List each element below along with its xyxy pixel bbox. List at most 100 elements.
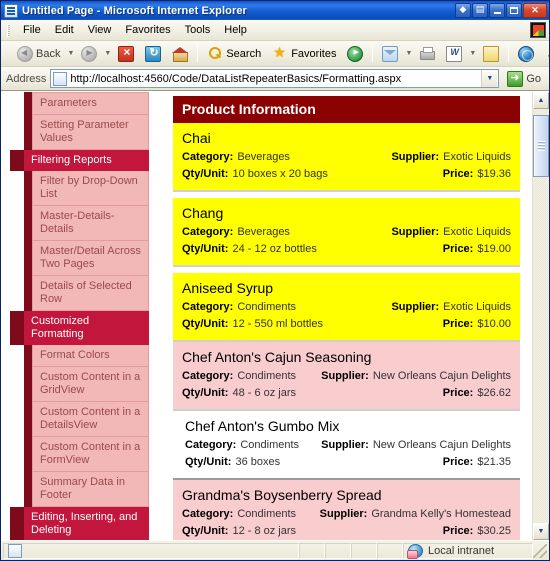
product-item: Chef Anton's Gumbo Mix Category: Condimen…: [173, 411, 520, 480]
close-button[interactable]: ✕: [523, 3, 547, 18]
home-icon: [172, 46, 189, 62]
vertical-scrollbar[interactable]: ▲ ▼: [532, 92, 549, 540]
scroll-up-button[interactable]: ▲: [533, 92, 549, 109]
media-button[interactable]: [342, 43, 368, 65]
media-icon: [347, 45, 364, 62]
back-arrow-icon: [17, 45, 33, 62]
product-row-category-supplier: Category: Condiments Supplier: New Orleans…: [173, 368, 520, 385]
price-value: $19.36: [477, 168, 511, 180]
address-dropdown-chevron-icon[interactable]: ▼: [481, 70, 498, 87]
price-value: $21.35: [477, 456, 511, 468]
product-name: Chef Anton's Gumbo Mix: [185, 418, 340, 434]
qty-label: Qty/Unit:: [182, 318, 229, 330]
title-bar: Untitled Page - Microsoft Internet Explo…: [1, 1, 549, 20]
edit-chevron-icon[interactable]: ▼: [469, 50, 476, 57]
sidebar-header-editing-inserting-deleting[interactable]: Editing, Inserting, and Deleting: [10, 507, 149, 540]
menu-file[interactable]: File: [16, 22, 48, 38]
page-content: Parameters Setting Parameter Values Filt…: [1, 92, 532, 540]
status-message-pane: [3, 542, 299, 559]
product-name: Chang: [182, 205, 224, 221]
toolbar-toggle-button[interactable]: ▤: [472, 3, 488, 18]
price-label: Price:: [442, 387, 474, 399]
product-row-category-supplier: Category: Beverages Supplier: Exotic Liqui…: [173, 149, 520, 166]
mail-button[interactable]: [377, 43, 403, 65]
category-value: Condiments: [237, 370, 297, 382]
scrollbar-track[interactable]: [533, 109, 549, 523]
favorites-button[interactable]: Favorites: [267, 43, 341, 65]
menu-grip[interactable]: [7, 23, 10, 37]
print-button[interactable]: [414, 43, 440, 65]
menu-help[interactable]: Help: [217, 22, 254, 38]
resize-grip[interactable]: [533, 543, 547, 558]
stop-icon: [118, 45, 135, 62]
price-label: Price:: [442, 318, 474, 330]
main-content: Product Information Chai Category: Bevera…: [149, 92, 532, 540]
sidebar-item-custom-content-gridview[interactable]: Custom Content in a GridView: [32, 367, 149, 402]
browser-window: Untitled Page - Microsoft Internet Explo…: [0, 0, 550, 561]
back-label: Back: [36, 47, 61, 60]
product-item: Aniseed Syrup Category: Condiments Suppli…: [173, 273, 520, 342]
qty-value: 48 - 6 oz jars: [232, 387, 297, 399]
scroll-down-button[interactable]: ▼: [533, 523, 549, 540]
supplier-label: Supplier:: [321, 439, 369, 451]
window-controls: ◆ ▤ ✕: [455, 3, 547, 18]
search-button[interactable]: Search: [202, 43, 266, 65]
status-bar: Local intranet: [1, 540, 549, 560]
supplier-value: New Orleans Cajun Delights: [372, 370, 511, 382]
sidebar-item-parameters[interactable]: Parameters: [32, 92, 149, 115]
product-name: Grandma's Boysenberry Spread: [182, 487, 382, 503]
discuss-icon: [483, 45, 500, 62]
back-button[interactable]: Back: [12, 43, 65, 65]
go-button[interactable]: Go: [503, 70, 545, 88]
discuss-button[interactable]: [478, 43, 504, 65]
product-row-category-supplier: Category: Condiments Supplier: New Orleans…: [173, 437, 520, 454]
price-label: Price:: [442, 525, 474, 537]
price-value: $30.25: [477, 525, 511, 537]
sidebar-item-master-details-details[interactable]: Master-Details-Details: [32, 206, 149, 241]
refresh-icon: [145, 45, 162, 62]
bird-button[interactable]: [540, 43, 549, 65]
address-url-text[interactable]: http://localhost:4560/Code/DataListRepea…: [70, 73, 481, 85]
menu-tools[interactable]: Tools: [178, 22, 218, 38]
mail-chevron-icon[interactable]: ▼: [405, 50, 412, 57]
address-input[interactable]: http://localhost:4560/Code/DataListRepea…: [50, 69, 500, 88]
supplier-label: Supplier:: [391, 226, 440, 238]
category-value: Condiments: [237, 301, 297, 313]
forward-button[interactable]: [76, 43, 102, 65]
sidebar-item-master-detail-across-two-pages[interactable]: Master/Detail Across Two Pages: [32, 241, 149, 276]
minimize-button[interactable]: [489, 3, 505, 18]
sidebar-item-setting-parameter-values[interactable]: Setting Parameter Values: [32, 115, 149, 150]
refresh-button[interactable]: [140, 43, 166, 65]
maximize-button[interactable]: [506, 3, 522, 18]
menu-view[interactable]: View: [81, 22, 119, 38]
navigation-toolbar: Back ▼ ▼ Search Favorites: [1, 41, 549, 67]
restore-down-button[interactable]: ◆: [455, 3, 471, 18]
menu-favorites[interactable]: Favorites: [118, 22, 177, 38]
sidebar-item-filter-by-drop-down-list[interactable]: Filter by Drop-Down List: [32, 171, 149, 206]
sidebar-item-summary-data-in-footer[interactable]: Summary Data in Footer: [32, 472, 149, 507]
search-label: Search: [226, 47, 262, 60]
sidebar-item-details-of-selected-row[interactable]: Details of Selected Row: [32, 276, 149, 311]
status-pane-4: [377, 542, 403, 559]
category-value: Condiments: [240, 439, 300, 451]
home-button[interactable]: [167, 43, 193, 65]
security-zone-pane[interactable]: Local intranet: [403, 542, 533, 559]
search-icon: [207, 46, 223, 62]
stop-button[interactable]: [113, 43, 139, 65]
sidebar-item-custom-content-detailsview[interactable]: Custom Content in a DetailsView: [32, 402, 149, 437]
sidebar-item-custom-content-formview[interactable]: Custom Content in a FormView: [32, 437, 149, 472]
qty-label: Qty/Unit:: [182, 243, 229, 255]
qty-label: Qty/Unit:: [185, 456, 232, 468]
sidebar-item-format-colors[interactable]: Format Colors: [32, 345, 149, 367]
menu-edit[interactable]: Edit: [48, 22, 81, 38]
scrollbar-thumb[interactable]: [533, 115, 549, 177]
sidebar-header-customized-formatting[interactable]: Customized Formatting: [10, 311, 149, 345]
product-item: Chai Category: Beverages Supplier: Exotic …: [173, 123, 520, 192]
sidebar-header-filtering-reports[interactable]: Filtering Reports: [10, 150, 149, 171]
supplier-label: Supplier:: [321, 370, 369, 382]
category-value: Condiments: [237, 508, 297, 520]
messenger-button[interactable]: [513, 43, 539, 65]
back-history-chevron-icon[interactable]: ▼: [67, 50, 74, 57]
forward-history-chevron-icon[interactable]: ▼: [104, 50, 111, 57]
edit-button[interactable]: [441, 43, 467, 65]
